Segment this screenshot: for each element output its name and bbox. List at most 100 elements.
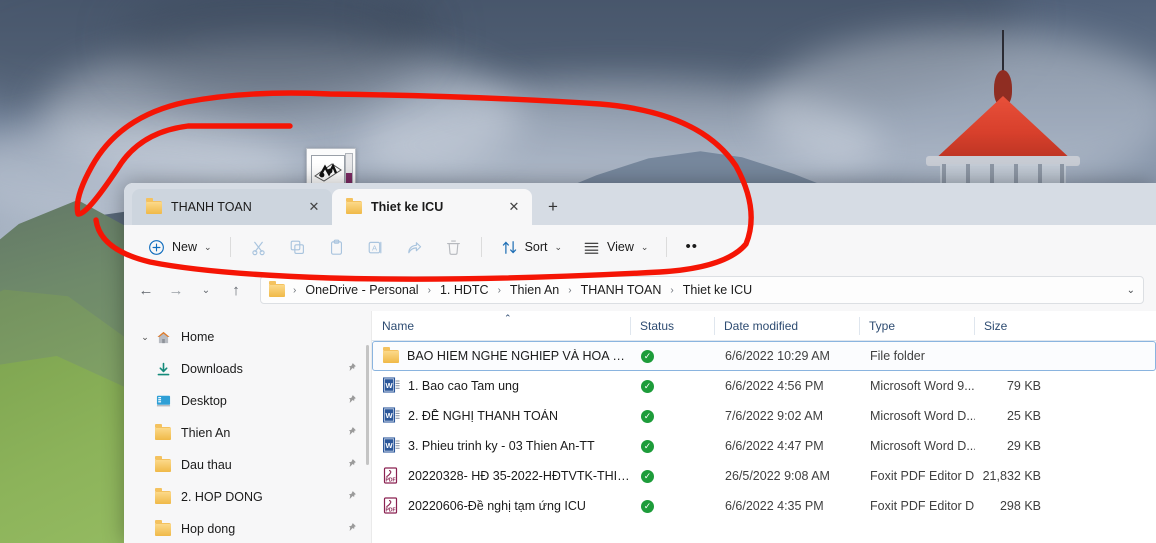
sort-icon — [502, 240, 516, 254]
date-modified-cell: 6/6/2022 4:56 PM — [725, 379, 824, 393]
file-name: 20220606-Đề nghị tạm ứng ICU — [408, 499, 586, 513]
file-size-cell: 21,832 KB — [982, 469, 1041, 483]
sync-status-cell: ✓ — [631, 462, 715, 490]
svg-text:W: W — [385, 411, 393, 420]
forward-button[interactable]: → — [162, 276, 190, 304]
back-button[interactable]: ← — [132, 276, 160, 304]
sidebar-item-hop-dong[interactable]: Hop dong — [130, 513, 363, 543]
pin-icon[interactable] — [346, 458, 357, 472]
breadcrumb-item-thanh-toan[interactable]: THANH TOAN — [576, 281, 667, 299]
breadcrumb-item-thiet-ke-icu[interactable]: Thiet ke ICU — [678, 281, 757, 299]
rename-button[interactable]: A — [357, 232, 394, 262]
breadcrumb-item-hdtc[interactable]: 1. HDTC — [435, 281, 494, 299]
file-name: 3. Phieu trinh ky - 03 Thien An-TT — [408, 439, 595, 453]
close-icon[interactable]: ✕ — [304, 197, 324, 217]
breadcrumb-item-onedrive[interactable]: OneDrive - Personal — [300, 281, 423, 299]
date-modified-cell: 6/6/2022 4:35 PM — [725, 499, 824, 513]
sidebar-item-label: Downloads — [181, 362, 243, 376]
column-header-name[interactable]: Name ⌃ — [372, 311, 630, 341]
tab-thiet-ke-icu[interactable]: Thiet ke ICU ✕ — [332, 189, 532, 225]
file-size-cell: 298 KB — [999, 499, 1041, 513]
sort-button[interactable]: Sort ⌄ — [491, 232, 571, 262]
sync-status-cell: ✓ — [631, 342, 715, 370]
file-name: 20220328- HĐ 35-2022-HĐTVTK-THIEN A... — [408, 469, 631, 483]
copy-button[interactable] — [279, 232, 316, 262]
chevron-down-icon[interactable]: ⌄ — [136, 332, 154, 343]
file-name: 1. Bao cao Tam ung — [408, 379, 519, 393]
sidebar-item-thien-an[interactable]: Thien An — [130, 417, 363, 449]
date-modified-cell: 7/6/2022 9:02 AM — [725, 409, 823, 423]
new-button[interactable]: New ⌄ — [138, 232, 221, 262]
view-button[interactable]: View ⌄ — [573, 232, 657, 262]
sort-button-label: Sort — [524, 240, 548, 254]
pin-icon[interactable] — [346, 362, 357, 376]
desktop-icon — [154, 394, 172, 408]
file-name-cell: W 1. Bao cao Tam ung — [373, 372, 631, 400]
cut-button[interactable] — [240, 232, 277, 262]
table-row[interactable]: W 3. Phieu trinh ky - 03 Thien An-TT ✓ 6… — [372, 431, 1156, 461]
close-icon[interactable]: ✕ — [504, 197, 524, 217]
breadcrumb[interactable]: › OneDrive - Personal › 1. HDTC › Thien … — [260, 276, 1144, 304]
thumbnail-sidebar — [345, 153, 353, 187]
sidebar-item-label: Dau thau — [181, 458, 232, 472]
folder-icon — [269, 280, 285, 297]
command-toolbar: New ⌄ A Sort ⌄ View ⌄ •• — [124, 225, 1156, 269]
sidebar-item-hop-dong-2[interactable]: 2. HOP DONG — [130, 481, 363, 513]
sidebar-item-home[interactable]: ⌄ Home — [130, 321, 363, 353]
svg-text:W: W — [385, 441, 393, 450]
breadcrumb-item-thien-an[interactable]: Thien An — [505, 281, 564, 299]
sync-complete-icon: ✓ — [641, 439, 654, 453]
file-name-cell: BAO HIEM NGHE NGHIEP VÀ HOA DON ... — [373, 342, 631, 370]
tab-label: Thiet ke ICU — [371, 200, 444, 214]
chevron-down-icon: ⌄ — [640, 241, 649, 252]
toolbar-divider — [480, 237, 482, 257]
desktop: THANH TOAN ✕ Thiet ke ICU ✕ + New ⌄ A So… — [0, 0, 1156, 543]
window-body: ⌄ Home Downloads Desktop Thien An Dau th… — [124, 311, 1156, 543]
breadcrumb-separator: › — [293, 284, 297, 296]
tab-label: THANH TOAN — [171, 200, 252, 214]
paste-icon — [330, 239, 342, 255]
sidebar-item-dau-thau[interactable]: Dau thau — [130, 449, 363, 481]
pin-icon[interactable] — [346, 490, 357, 504]
sidebar-item-downloads[interactable]: Downloads — [130, 353, 363, 385]
delete-button[interactable] — [435, 232, 472, 262]
pin-icon[interactable] — [346, 522, 357, 536]
file-name: BAO HIEM NGHE NGHIEP VÀ HOA DON ... — [407, 349, 631, 363]
sidebar-item-label: Hop dong — [181, 522, 236, 536]
file-name: 2. ĐỀ NGHỊ THANH TOÁN — [408, 409, 559, 423]
pin-icon[interactable] — [346, 394, 357, 408]
column-header-size[interactable]: Size — [974, 311, 1054, 341]
sidebar-scrollbar[interactable] — [366, 345, 369, 465]
sidebar-item-label: Thien An — [181, 426, 231, 440]
sidebar-item-desktop[interactable]: Desktop — [130, 385, 363, 417]
chevron-down-icon: ⌄ — [204, 241, 212, 252]
table-row[interactable]: W 2. ĐỀ NGHỊ THANH TOÁN ✓ 7/6/2022 9:02 … — [372, 401, 1156, 431]
home-icon — [154, 330, 172, 345]
pin-icon[interactable] — [346, 426, 357, 440]
new-tab-button[interactable]: + — [538, 192, 568, 222]
sync-status-cell: ✓ — [631, 492, 715, 520]
file-name-cell: PDF 20220328- HĐ 35-2022-HĐTVTK-THIEN A.… — [373, 462, 631, 490]
up-button[interactable]: ↑ — [222, 276, 250, 304]
downloads-icon — [154, 362, 172, 377]
new-button-label: New — [172, 240, 198, 254]
chevron-down-icon: ⌄ — [554, 241, 563, 252]
view-button-label: View — [607, 240, 634, 254]
column-header-type[interactable]: Type — [859, 311, 974, 341]
file-explorer-window: THANH TOAN ✕ Thiet ke ICU ✕ + New ⌄ A So… — [124, 183, 1156, 543]
column-header-status[interactable]: Status — [630, 311, 714, 341]
table-row[interactable]: PDF 20220606-Đề nghị tạm ứng ICU ✓ 6/6/2… — [372, 491, 1156, 521]
breadcrumb-dropdown-icon[interactable]: ⌄ — [1121, 285, 1135, 296]
table-row[interactable]: BAO HIEM NGHE NGHIEP VÀ HOA DON ... ✓ 6/… — [372, 341, 1156, 371]
paste-button[interactable] — [318, 232, 355, 262]
sync-complete-icon: ✓ — [641, 499, 654, 513]
column-header-date[interactable]: Date modified — [714, 311, 859, 341]
table-row[interactable]: PDF 20220328- HĐ 35-2022-HĐTVTK-THIEN A.… — [372, 461, 1156, 491]
sync-status-cell: ✓ — [631, 432, 715, 460]
recent-locations-button[interactable]: ⌄ — [192, 276, 220, 304]
tab-thanh-toan[interactable]: THANH TOAN ✕ — [132, 189, 332, 225]
more-options-button[interactable]: •• — [676, 232, 707, 262]
file-list-pane: Name ⌃ Status Date modified Type Size BA… — [372, 311, 1156, 543]
share-button[interactable] — [396, 232, 433, 262]
table-row[interactable]: W 1. Bao cao Tam ung ✓ 6/6/2022 4:56 PM … — [372, 371, 1156, 401]
